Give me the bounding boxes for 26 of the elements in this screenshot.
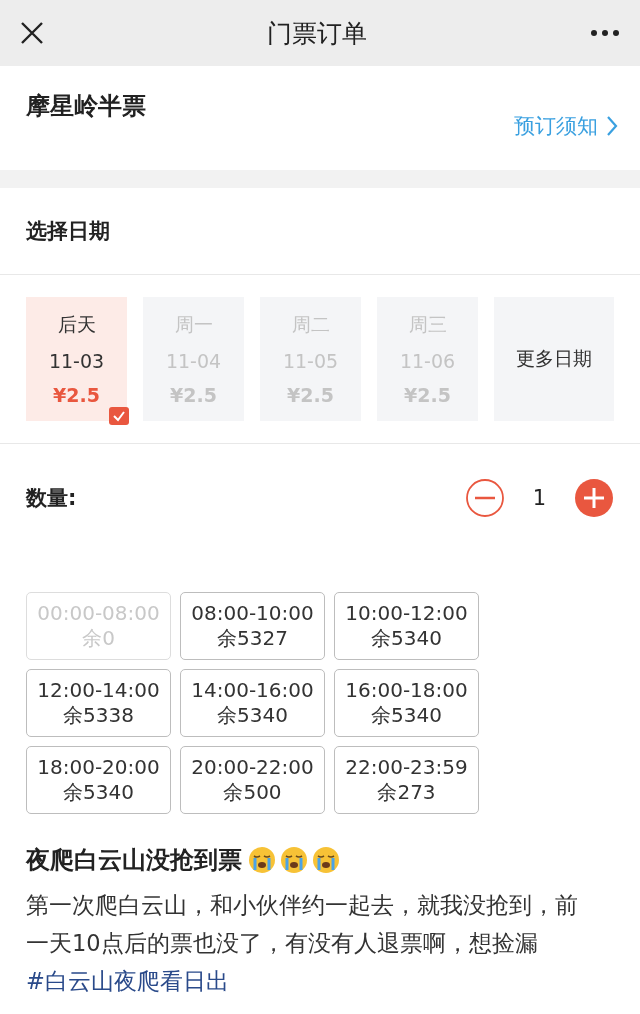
- minus-button[interactable]: [464, 478, 505, 518]
- crying-emoji-icon: [312, 846, 340, 874]
- page-title: 门票订单: [267, 17, 367, 50]
- more-icon[interactable]: [590, 29, 620, 37]
- crying-emoji-icon: [280, 846, 308, 874]
- ticket-name: 摩星岭半票: [26, 91, 146, 122]
- crying-emoji-icon: [248, 846, 276, 874]
- hashtag-link[interactable]: #白云山夜爬看日出: [26, 968, 229, 994]
- plus-button[interactable]: [574, 478, 614, 518]
- quantity-label: 数量:: [26, 485, 77, 512]
- post-title: 夜爬白云山没抢到票: [26, 845, 242, 876]
- quantity-value: 1: [532, 486, 546, 510]
- time-slot-option[interactable]: 14:00-16:00 余5340: [180, 669, 325, 737]
- more-dates-button[interactable]: 更多日期: [494, 297, 614, 421]
- section-heading: 选择日期: [26, 218, 110, 245]
- check-icon: [109, 407, 129, 425]
- close-icon[interactable]: [20, 21, 44, 45]
- time-slot-option[interactable]: 20:00-22:00 余500: [180, 746, 325, 814]
- time-slot-option[interactable]: 10:00-12:00 余5340: [334, 592, 479, 660]
- time-slot-option[interactable]: 08:00-10:00 余5327: [180, 592, 325, 660]
- time-slot-option[interactable]: 12:00-14:00 余5338: [26, 669, 171, 737]
- time-slot-option[interactable]: 22:00-23:59 余273: [334, 746, 479, 814]
- post-text: 第一次爬白云山，和小伙伴约一起去，就我没抢到，前一天10点后的票也没了，有没有人退票啊，想捡漏 #白云山夜爬看日出: [26, 891, 579, 996]
- time-slot-option[interactable]: 16:00-18:00 余5340: [334, 669, 479, 737]
- time-slot-option[interactable]: 18:00-20:00 余5340: [26, 746, 171, 814]
- chevron-right-icon: [606, 115, 618, 137]
